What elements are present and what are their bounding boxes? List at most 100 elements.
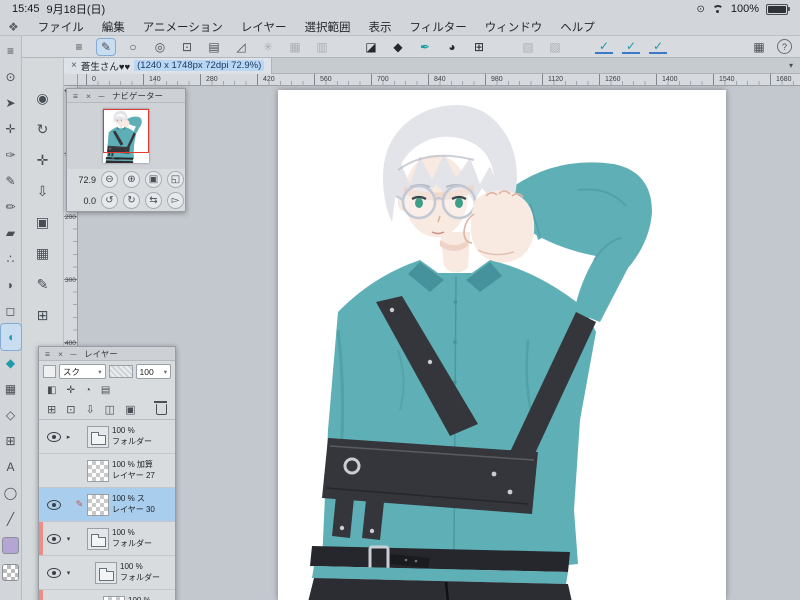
new-raster-layer-button[interactable]: ⊞: [47, 403, 56, 416]
navigator-view-rectangle[interactable]: [103, 109, 149, 153]
zoom-100-button[interactable]: ▣: [145, 171, 162, 188]
eyedropper-tool[interactable]: ✑: [1, 142, 21, 168]
new-layer-folder-button[interactable]: ⊡: [66, 403, 75, 416]
move-canvas-subtool[interactable]: ✛: [32, 150, 54, 170]
airbrush-tool[interactable]: ∴: [1, 246, 21, 272]
tab-close-icon[interactable]: ×: [71, 60, 77, 71]
clip-to-layer-below-button[interactable]: ◔: [85, 385, 91, 396]
stabilize-1-icon[interactable]: ✓: [595, 39, 613, 54]
layer-visibility-toggle[interactable]: [47, 499, 61, 510]
main-menu-icon[interactable]: ≡: [70, 39, 88, 55]
menu-item[interactable]: レイヤー: [232, 19, 296, 35]
grid-subtool[interactable]: ▦: [32, 243, 54, 263]
brush-tool[interactable]: ▰: [1, 220, 21, 246]
panel-minimize-icon[interactable]: ─: [97, 91, 106, 101]
merge-to-lower-button[interactable]: ◫: [105, 403, 115, 416]
move-tool[interactable]: ✛: [1, 116, 21, 142]
transfer-to-lower-button[interactable]: ⇩: [85, 403, 94, 416]
main-color-swatch[interactable]: [2, 537, 19, 554]
zoom-in-button[interactable]: ⊕: [123, 171, 140, 188]
pen-tool[interactable]: ✎: [1, 168, 21, 194]
pen-mode-icon[interactable]: ✎: [97, 38, 115, 55]
auto-select-icon[interactable]: ◎: [151, 39, 169, 55]
lasso-select-icon[interactable]: ○: [124, 39, 142, 55]
reference-layer-button[interactable]: ▤: [101, 385, 110, 396]
stabilize-2-icon[interactable]: ✓: [622, 39, 640, 54]
menu-item[interactable]: 選択範囲: [295, 19, 359, 35]
fit-to-screen-button[interactable]: ◱: [167, 171, 184, 188]
tab-list-chevron-icon[interactable]: ▾: [789, 61, 800, 70]
menu-item[interactable]: ウィンドウ: [476, 19, 552, 35]
decoration-dark-icon[interactable]: ◆: [389, 39, 407, 55]
flip-horizontal-button[interactable]: ⇆: [145, 192, 162, 209]
blend-tool[interactable]: ◖: [0, 324, 21, 350]
lock-transparent-pixels-button[interactable]: ◧: [47, 385, 56, 396]
layer-row[interactable]: ▾ 100 % フォルダー: [39, 556, 175, 590]
rotate-right-button[interactable]: ↻: [123, 192, 140, 209]
folder-twisty-icon[interactable]: ▾: [65, 535, 72, 543]
menu-item[interactable]: アニメーション: [134, 19, 232, 35]
layer-thumbnail[interactable]: [103, 595, 125, 600]
panel-close-icon[interactable]: ×: [56, 349, 65, 359]
snap-special-icon[interactable]: ▥: [313, 39, 331, 55]
quick-mask-icon[interactable]: ◪: [362, 39, 380, 55]
rotate-left-button[interactable]: ↺: [101, 192, 118, 209]
layer-thumbnail[interactable]: [87, 527, 109, 550]
delete-layer-button[interactable]: [154, 400, 167, 415]
menu-item[interactable]: フィルター: [400, 19, 475, 35]
snap-ruler-icon[interactable]: ✳: [259, 39, 277, 55]
operation-tool[interactable]: ➤: [1, 90, 21, 116]
balloon-tool[interactable]: ◯: [1, 480, 21, 506]
csp-logo-icon[interactable]: ❖: [8, 20, 19, 34]
lock-layer-button[interactable]: ✛: [66, 385, 74, 396]
import-subtool[interactable]: ⇩: [32, 181, 54, 201]
eraser-tool[interactable]: ◻: [1, 298, 21, 324]
folder-twisty-icon[interactable]: ▾: [65, 569, 72, 577]
rotate-canvas-subtool[interactable]: ◉: [32, 88, 54, 108]
frame-border-tool[interactable]: ⊞: [1, 428, 21, 454]
layer-visibility-toggle[interactable]: [47, 533, 61, 544]
opacity-select[interactable]: 100 ▾: [135, 364, 171, 379]
layer-thumbnail[interactable]: [87, 425, 109, 448]
pattern-b-icon[interactable]: ▨: [546, 39, 564, 55]
layer-visibility-toggle[interactable]: [47, 431, 61, 442]
menu-item[interactable]: 編集: [93, 19, 134, 35]
menu-item[interactable]: ファイル: [29, 19, 93, 35]
reset-view-button[interactable]: ▻: [167, 192, 184, 209]
fill-dark-icon[interactable]: ◕: [443, 39, 461, 55]
line-correction-tool[interactable]: ╱: [1, 506, 21, 532]
gradient-tool[interactable]: ▦: [1, 376, 21, 402]
pencil-tool[interactable]: ✏: [1, 194, 21, 220]
folder-twisty-icon[interactable]: ▸: [65, 433, 72, 441]
3d-material-subtool[interactable]: ▣: [32, 212, 54, 232]
menu-item[interactable]: 表示: [359, 19, 400, 35]
panel-minimize-icon[interactable]: ─: [69, 349, 78, 359]
horizontal-ruler[interactable]: 0 140 280 420 560 700 840 980 1120 1260 1400 1540 16…: [78, 74, 800, 86]
snap-grid-icon[interactable]: ▦: [286, 39, 304, 55]
layer-thumbnail[interactable]: [87, 459, 109, 482]
layer-row[interactable]: ▸ 100 % フォルダー: [39, 420, 175, 454]
zoom-tool[interactable]: ⊙: [1, 64, 21, 90]
tool-menu-icon[interactable]: ≡: [1, 38, 21, 64]
vector-edit-subtool[interactable]: ✎: [32, 274, 54, 294]
document-tab[interactable]: × 蒼生さん♥♥ (1240 x 1748px 72dpi 72.9%): [64, 57, 273, 74]
create-layer-mask-button[interactable]: ▣: [125, 403, 135, 416]
spin-canvas-subtool[interactable]: ↻: [32, 119, 54, 139]
transparent-color-swatch[interactable]: [2, 564, 19, 581]
navigator-thumbnail[interactable]: [103, 109, 149, 163]
layer-row[interactable]: ✎ 100 % ス レイヤー 30: [39, 488, 175, 522]
figure-tool[interactable]: ◇: [1, 402, 21, 428]
layer-row[interactable]: 100 % 加算 レイヤー 27: [39, 454, 175, 488]
layer-thumbnail[interactable]: [87, 493, 109, 516]
text-tool[interactable]: A: [1, 454, 21, 480]
selection-area-icon[interactable]: ⊡: [178, 39, 196, 55]
navigator-preview[interactable]: [67, 103, 185, 169]
panel-menu-icon[interactable]: ≡: [71, 91, 80, 101]
layer-row[interactable]: ▾ 100 % フォルダー: [39, 522, 175, 556]
canvas-viewport[interactable]: [78, 86, 800, 600]
decoration-tool[interactable]: ◗: [1, 272, 21, 298]
canvas-page[interactable]: [278, 90, 726, 600]
vector-pen-icon[interactable]: ✒: [416, 39, 434, 55]
texture-chip[interactable]: [108, 365, 133, 378]
menu-item[interactable]: ヘルプ: [551, 19, 604, 35]
